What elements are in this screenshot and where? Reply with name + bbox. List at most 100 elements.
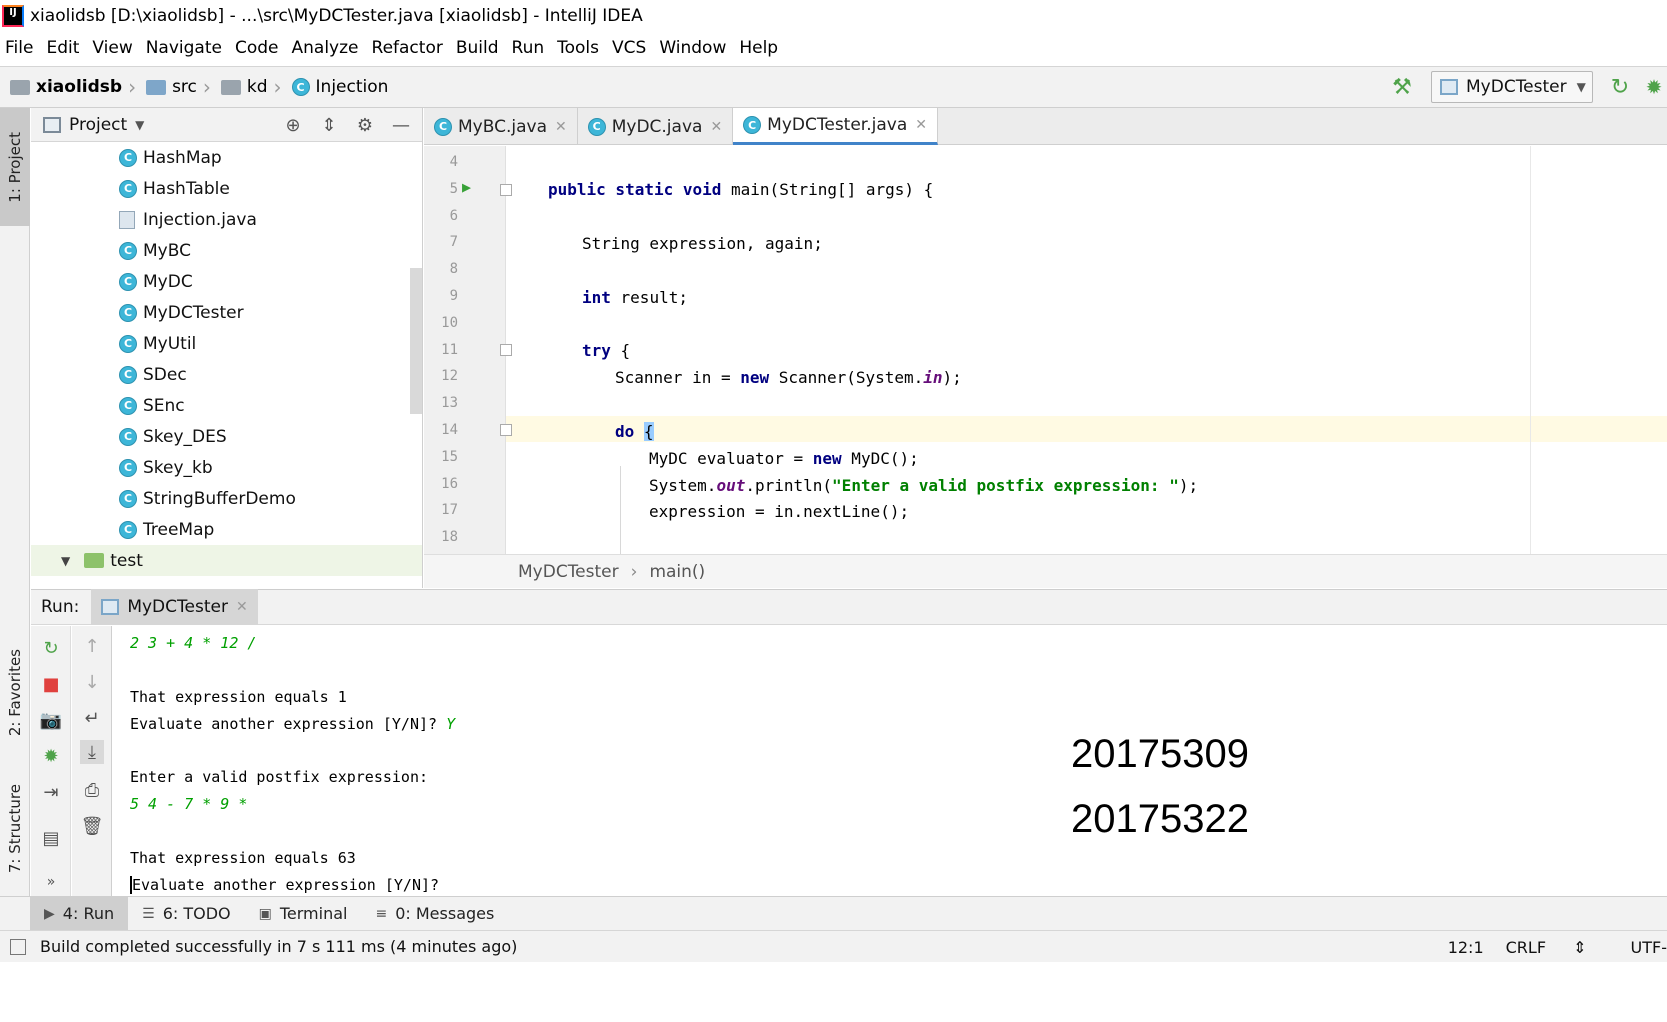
code-text: String expression, again; — [582, 234, 823, 253]
menu-run[interactable]: Run — [507, 38, 553, 58]
menu-window[interactable]: Window — [654, 38, 734, 58]
rerun-icon[interactable]: ↻ — [39, 636, 63, 660]
tree-item-mydc[interactable]: C MyDC — [31, 266, 422, 297]
scroll-to-end-icon[interactable]: ⤓ — [80, 740, 104, 764]
locate-target-icon[interactable]: ⊕ — [282, 114, 304, 136]
trash-icon[interactable]: 🗑 — [80, 814, 104, 838]
project-scrollbar[interactable] — [410, 268, 422, 414]
debug-bug-icon[interactable]: ✹ — [1641, 74, 1667, 100]
tree-item-mydctester[interactable]: C MyDCTester — [31, 297, 422, 328]
tree-item-skey-kb[interactable]: C Skey_kb — [31, 452, 422, 483]
tree-item-sdec[interactable]: C SDec — [31, 359, 422, 390]
build-hammer-icon[interactable]: ⚒ — [1389, 74, 1415, 100]
menu-tools[interactable]: Tools — [552, 38, 607, 58]
menu-vcs[interactable]: VCS — [607, 38, 654, 58]
run-tab-mydctester[interactable]: MyDCTester ✕ — [91, 589, 258, 625]
tree-item-injection-java[interactable]: Injection.java — [31, 204, 422, 235]
editor-breadcrumb-method[interactable]: main() — [649, 562, 705, 582]
menu-file[interactable]: File — [0, 38, 41, 58]
code-text: Scanner(System. — [769, 368, 924, 387]
arrow-up-icon[interactable]: ↑ — [80, 634, 104, 658]
tool-tab-favorites[interactable]: 2: Favorites — [0, 638, 30, 748]
run-play-icon[interactable]: ▶ — [462, 178, 471, 196]
menu-refactor[interactable]: Refactor — [367, 38, 451, 58]
tab-mybc-java[interactable]: C MyBC.java ✕ — [424, 108, 578, 145]
tree-item-hashmap[interactable]: C HashMap — [31, 142, 422, 173]
chevron-down-icon[interactable]: ▼ — [61, 554, 70, 568]
menu-code[interactable]: Code — [230, 38, 287, 58]
code-text: ); — [942, 368, 962, 387]
tree-item-senc[interactable]: C SEnc — [31, 390, 422, 421]
editor-breadcrumb-class[interactable]: MyDCTester — [518, 562, 619, 582]
close-icon[interactable]: ✕ — [236, 599, 248, 615]
status-message[interactable]: Build completed successfully in 7 s 111 … — [40, 937, 517, 956]
tree-item-label: Skey_kb — [143, 457, 213, 478]
close-icon[interactable]: ✕ — [555, 119, 567, 135]
menu-view[interactable]: View — [87, 38, 140, 58]
tool-tab-todo[interactable]: ☰ 6: TODO — [128, 897, 245, 931]
fold-icon[interactable] — [500, 424, 512, 436]
class-icon: C — [119, 427, 137, 446]
tool-tab-run[interactable]: ▶ 4: Run — [30, 896, 129, 931]
tree-item-test-folder[interactable]: ▼ test — [31, 545, 422, 576]
menu-navigate[interactable]: Navigate — [141, 38, 230, 58]
tool-tab-project[interactable]: 1: Project — [0, 108, 30, 226]
tool-tab-terminal[interactable]: ▣ Terminal — [245, 897, 362, 931]
rerun-icon[interactable]: ↻ — [1607, 74, 1633, 100]
tree-item-mybc[interactable]: C MyBC — [31, 235, 422, 266]
code-keyword: public static void — [548, 180, 722, 199]
fold-icon[interactable] — [500, 344, 512, 356]
tree-item-stringbufferdemo[interactable]: C StringBufferDemo — [31, 483, 422, 514]
arrow-down-icon[interactable]: ↓ — [80, 670, 104, 694]
menu-build[interactable]: Build — [451, 38, 507, 58]
print-icon[interactable]: ⎙ — [80, 778, 104, 802]
menu-analyze[interactable]: Analyze — [287, 38, 367, 58]
close-icon[interactable]: ✕ — [710, 119, 722, 135]
more-icon[interactable]: » — [39, 870, 63, 894]
breadcrumb-injection[interactable]: C Injection — [291, 77, 388, 97]
code-line-17: expression = in.nextLine(); — [649, 502, 909, 521]
tool-tab-structure[interactable]: 7: Structure — [0, 774, 30, 884]
stop-icon[interactable]: ■ — [39, 672, 63, 696]
toggle-tool-windows-icon[interactable] — [10, 938, 26, 955]
editor-gutter[interactable]: 4 5 6 7 8 9 10 11 12 13 14 15 16 17 18 ▶ — [424, 146, 512, 554]
caret-position[interactable]: 12:1 — [1448, 938, 1484, 957]
chevron-down-icon[interactable]: ▼ — [135, 118, 144, 132]
tab-mydctester-java[interactable]: C MyDCTester.java ✕ — [733, 108, 938, 145]
menu-help[interactable]: Help — [734, 38, 786, 58]
file-encoding[interactable]: UTF- — [1631, 938, 1667, 957]
tree-item-treemap[interactable]: C TreeMap — [31, 514, 422, 545]
console-line: That expression equals 1 — [130, 688, 347, 706]
debug-icon[interactable]: ✹ — [39, 744, 63, 768]
tab-mydc-java[interactable]: C MyDC.java ✕ — [578, 108, 734, 145]
breadcrumb-src[interactable]: src › — [146, 75, 211, 99]
breadcrumb-project[interactable]: xiaolidsb › — [10, 75, 136, 99]
class-icon: C — [119, 303, 137, 322]
run-configuration-select[interactable]: MyDCTester ▼ — [1431, 71, 1593, 103]
console-output[interactable]: 2 3 + 4 * 12 / That expression equals 1 … — [112, 626, 1667, 896]
class-icon: C — [119, 179, 137, 198]
breadcrumb-kd[interactable]: kd › — [220, 75, 282, 99]
menu-edit[interactable]: Edit — [41, 38, 87, 58]
tree-item-label: MyDCTester — [143, 302, 244, 323]
line-number: 9 — [449, 288, 458, 304]
tree-item-hashtable[interactable]: C HashTable — [31, 173, 422, 204]
close-icon[interactable]: ✕ — [915, 117, 927, 133]
code-editor[interactable]: 4 5 6 7 8 9 10 11 12 13 14 15 16 17 18 ▶… — [424, 146, 1667, 554]
fold-icon[interactable] — [500, 184, 512, 196]
line-separator[interactable]: CRLF ⇕ — [1506, 938, 1609, 957]
tree-item-skey-des[interactable]: C Skey_DES — [31, 421, 422, 452]
gear-icon[interactable]: ⚙ — [354, 114, 376, 136]
tool-tab-messages[interactable]: ≡ 0: Messages — [361, 897, 508, 931]
collapse-all-icon[interactable]: ⇕ — [318, 114, 340, 136]
soft-wrap-icon[interactable]: ↵ — [80, 706, 104, 730]
camera-icon[interactable]: 📷 — [39, 708, 63, 732]
project-view-select[interactable]: Project — [69, 115, 127, 135]
console-line: 2 3 + 4 * 12 / — [130, 634, 257, 652]
login-icon[interactable]: ⇥ — [39, 780, 63, 804]
layout-icon[interactable]: ▤ — [39, 826, 63, 850]
tree-item-label: SEnc — [143, 395, 185, 416]
tree-item-myutil[interactable]: C MyUtil — [31, 328, 422, 359]
tree-item-label: SDec — [143, 364, 187, 385]
minimize-icon[interactable]: — — [390, 114, 412, 136]
